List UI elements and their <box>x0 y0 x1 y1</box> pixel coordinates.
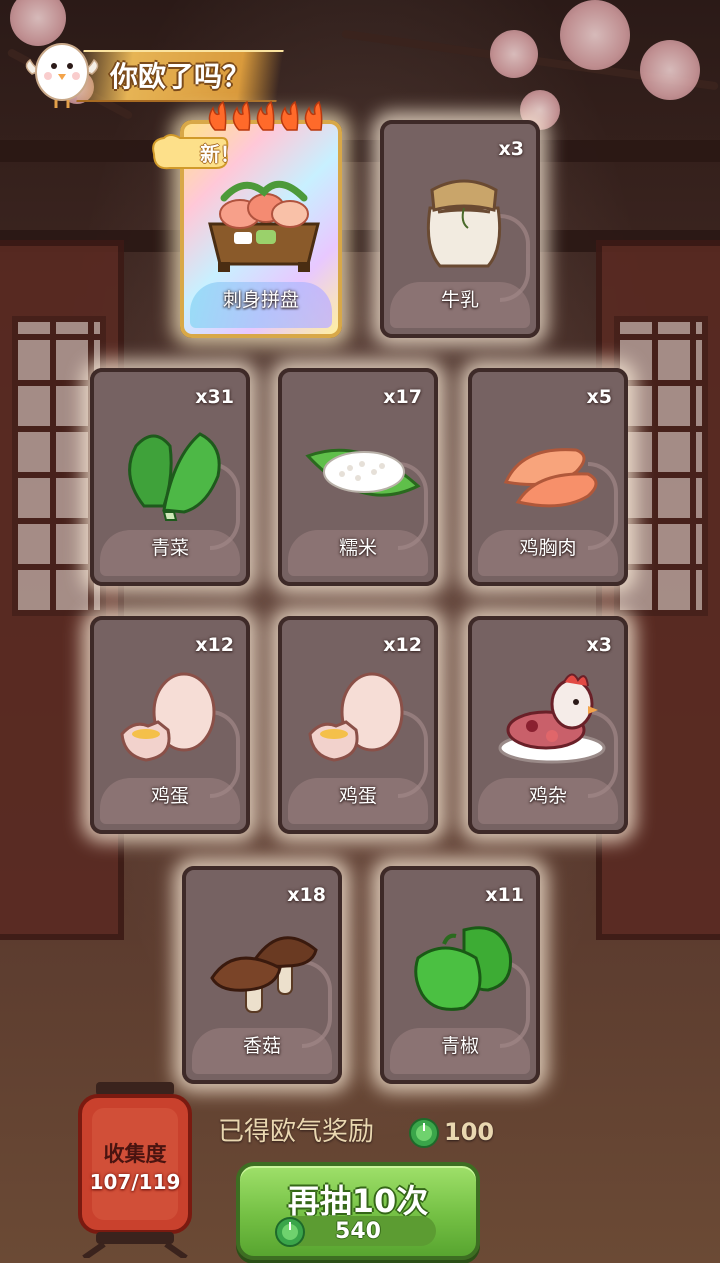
card-name: 鸡蛋 <box>150 785 189 807</box>
card-item[interactable]: x12 鸡蛋 <box>278 616 438 834</box>
card-item[interactable]: x18 香菇 <box>182 866 342 1084</box>
card-name: 牛乳 <box>440 289 479 311</box>
blossom-flower <box>490 30 538 78</box>
chicken-breast-icon <box>503 448 598 508</box>
card-name: 香菇 <box>242 1035 281 1057</box>
card-item[interactable]: x3 牛乳 <box>380 120 540 338</box>
draw-again-button[interactable]: 再抽10次 540 <box>236 1162 480 1260</box>
card-name: 刺身拼盘 <box>222 289 299 311</box>
egg-icon <box>120 672 216 762</box>
blossom-flower <box>560 0 630 70</box>
blossom-flower <box>640 40 700 100</box>
reward-amount: 100 <box>444 1118 495 1146</box>
card-name: 鸡蛋 <box>338 785 377 807</box>
chicken-offal-icon <box>498 673 606 764</box>
egg-icon <box>308 672 404 762</box>
draw-cost: 540 <box>335 1219 381 1244</box>
card-count: x18 <box>287 884 326 906</box>
green-pepper-icon <box>414 926 513 1011</box>
card-count: x3 <box>498 138 524 160</box>
sashimi-platter-icon <box>208 180 320 272</box>
header-title: 你欧了吗？ <box>110 60 251 93</box>
roof-beam <box>0 140 720 162</box>
card-count: x17 <box>383 386 422 408</box>
card-item[interactable]: x12 鸡蛋 <box>90 616 250 834</box>
card-name: 青椒 <box>440 1035 479 1057</box>
left-door <box>0 240 124 940</box>
new-badge-label: 新！ <box>200 142 240 166</box>
collection-value: 107/119 <box>89 1170 181 1194</box>
bok-choy-icon <box>128 432 221 521</box>
card-count: x12 <box>195 634 234 656</box>
card-count: x11 <box>485 884 524 906</box>
milk-jar-icon <box>426 179 502 268</box>
card-item[interactable]: x3 鸡杂 <box>468 616 628 834</box>
rarity-flames-icon <box>208 100 323 131</box>
card-count: x12 <box>383 634 422 656</box>
card-name: 鸡胸肉 <box>519 537 577 559</box>
card-name: 糯米 <box>338 537 377 559</box>
right-door <box>596 240 720 940</box>
green-coin-icon <box>409 1118 439 1148</box>
collection-label: 收集度 <box>103 1142 167 1166</box>
card-count: x5 <box>586 386 612 408</box>
glutinous-rice-icon <box>305 448 421 497</box>
chick-mascot-icon <box>25 43 99 108</box>
card-count: x31 <box>195 386 234 408</box>
card-name: 青菜 <box>150 537 189 559</box>
card-count: x3 <box>586 634 612 656</box>
card-item[interactable]: x17 糯米 <box>278 368 438 586</box>
card-item[interactable]: x5 鸡胸肉 <box>468 368 628 586</box>
card-item[interactable]: x31 青菜 <box>90 368 250 586</box>
shiitake-icon <box>210 936 318 1013</box>
card-name: 鸡杂 <box>528 785 567 807</box>
card-item[interactable]: x11 青椒 <box>380 866 540 1084</box>
reward-label: 已得欧气奖励 <box>218 1117 375 1147</box>
